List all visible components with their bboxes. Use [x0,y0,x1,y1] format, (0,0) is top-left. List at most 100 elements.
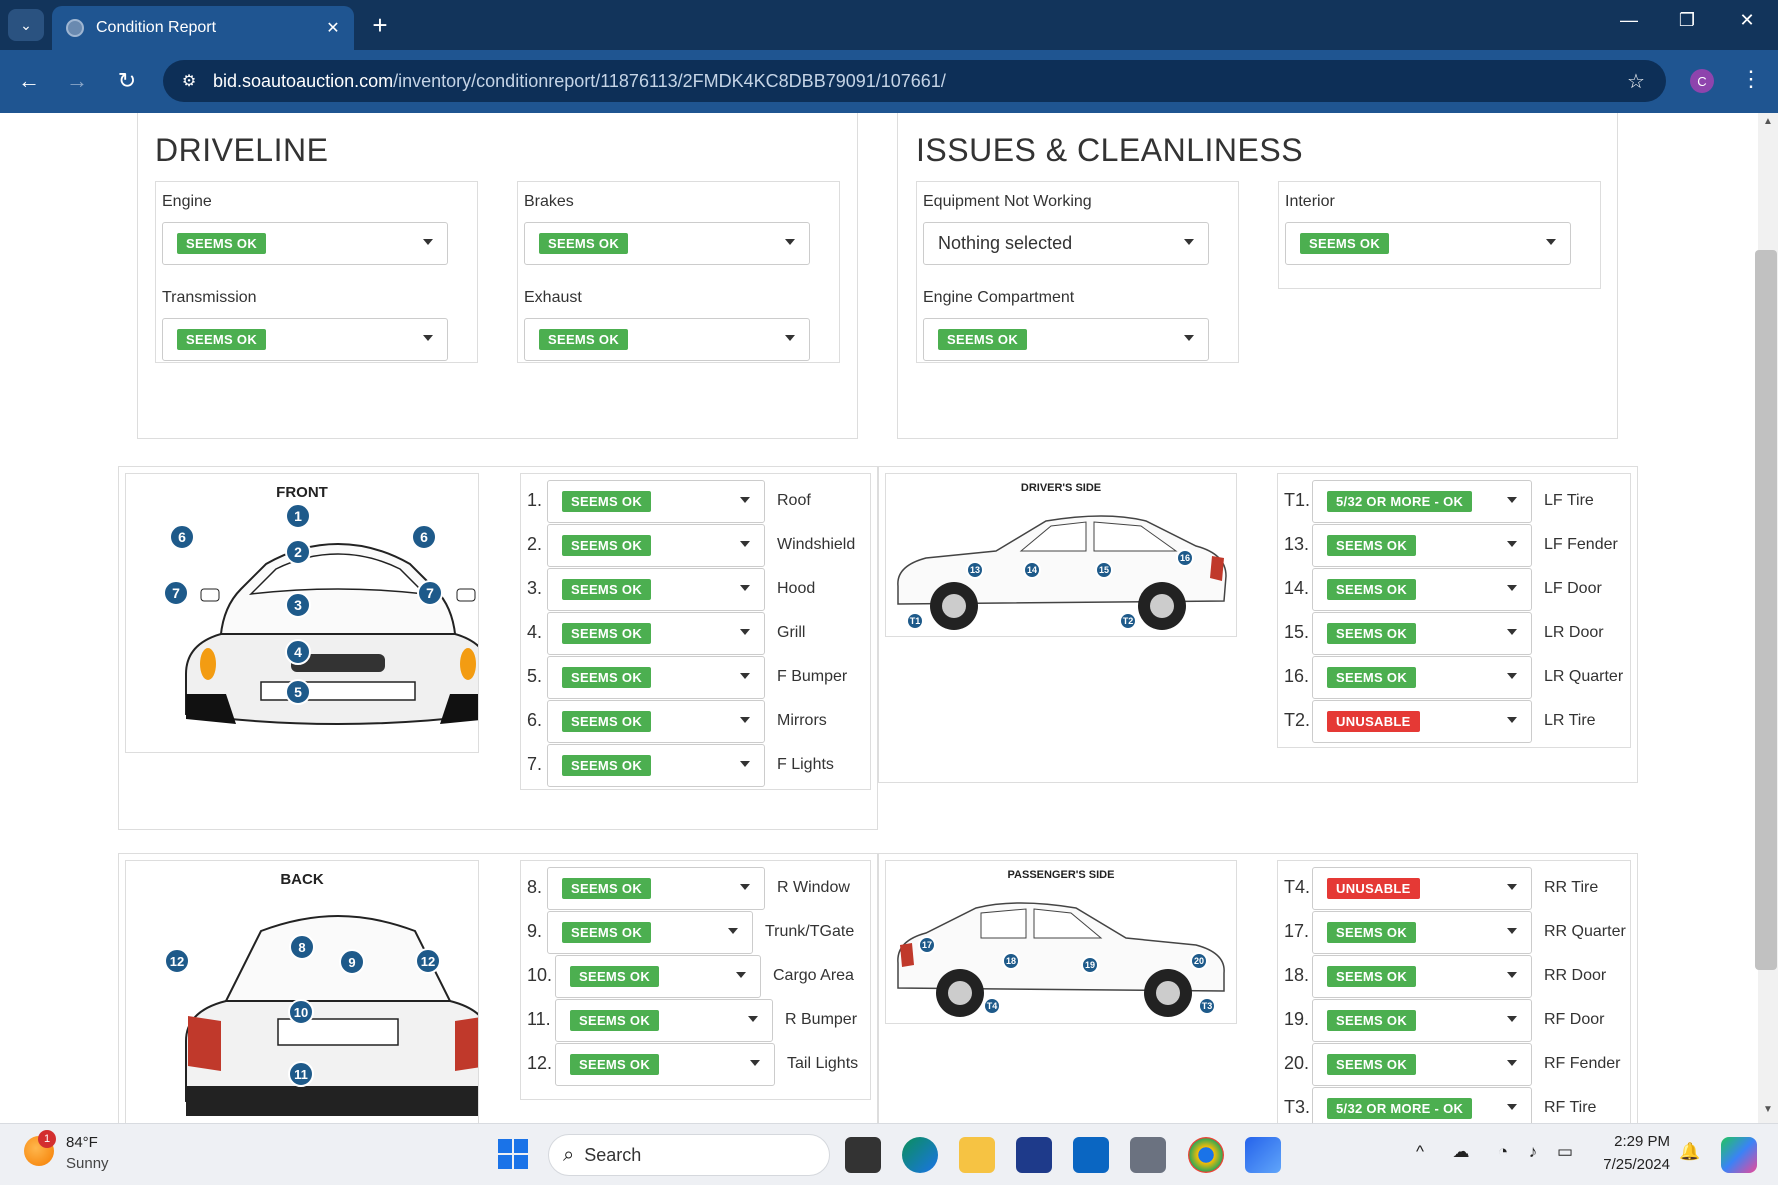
tab-search-chevron-icon[interactable]: ⌄ [8,9,44,41]
engine-compartment-select[interactable]: SEEMS OK [923,318,1209,361]
volume-icon[interactable]: ♪ [1520,1142,1546,1162]
condition-select[interactable]: SEEMS OK [1312,524,1532,567]
diagram-marker: 13 [966,561,984,579]
caret-down-icon [1507,717,1517,723]
weather-condition[interactable]: Sunny [66,1155,109,1172]
interior-select[interactable]: SEEMS OK [1285,222,1571,265]
item-number: 13. [1284,534,1310,554]
caret-down-icon [1546,239,1556,245]
notification-bell-icon[interactable]: 🔔 [1677,1142,1703,1162]
condition-select[interactable]: 5/32 OR MORE - OK [1312,480,1532,523]
condition-select[interactable]: SEEMS OK [547,612,765,655]
scroll-down-icon[interactable]: ▼ [1758,1104,1778,1115]
back-arrow-icon[interactable]: ← [14,68,44,94]
file-explorer-icon[interactable] [959,1137,995,1173]
front-section: FRONT 1 2 3 4 5 6 6 7 7 1. SEEMS OK Roof 2. SEEMS OK… [118,466,878,830]
caret-down-icon [785,239,795,245]
condition-select[interactable]: 5/32 OR MORE - OK [1312,1087,1532,1123]
item-label: RR Tire [1544,879,1599,896]
condition-select[interactable]: SEEMS OK [555,1043,775,1086]
condition-select[interactable]: SEEMS OK [555,955,761,998]
condition-select[interactable]: UNUSABLE [1312,700,1532,743]
item-number: T1. [1284,490,1311,510]
camera-icon[interactable] [1130,1137,1166,1173]
condition-select[interactable]: SEEMS OK [555,999,773,1042]
new-tab-button[interactable]: + [365,10,395,40]
condition-select[interactable]: UNUSABLE [1312,867,1532,910]
tab-close-icon[interactable]: ✕ [318,18,348,38]
item-number: 14. [1284,578,1310,598]
microsoft-store-icon[interactable] [1016,1137,1052,1173]
bookmark-star-icon[interactable]: ☆ [1616,69,1656,94]
battery-icon[interactable]: ▭ [1552,1142,1578,1162]
scroll-up-icon[interactable]: ▲ [1758,116,1778,127]
copilot-icon[interactable] [1721,1137,1757,1173]
front-diagram: FRONT 1 2 3 4 5 6 6 7 7 [125,473,479,753]
minimize-icon[interactable]: — [1614,10,1644,31]
restore-icon[interactable]: ❐ [1672,10,1702,31]
caret-down-icon [740,629,750,635]
item-number: 5. [527,666,543,686]
outlook-icon[interactable] [1073,1137,1109,1173]
equipment-select[interactable]: Nothing selected [923,222,1209,265]
page-scrollbar-thumb[interactable] [1755,250,1777,970]
caret-down-icon [1507,972,1517,978]
item-label: RF Door [1544,1011,1605,1028]
status-badge: SEEMS OK [1327,1054,1417,1075]
browser-tab-condition-report[interactable]: Condition Report ✕ [52,6,354,50]
condition-select[interactable]: SEEMS OK [1312,656,1532,699]
forward-arrow-icon[interactable]: → [62,68,92,94]
condition-select[interactable]: SEEMS OK [1312,955,1532,998]
diagram-marker: 12 [415,948,441,974]
condition-select[interactable]: SEEMS OK [547,656,765,699]
condition-select[interactable]: SEEMS OK [1312,1043,1532,1086]
condition-select[interactable]: SEEMS OK [547,480,765,523]
caret-down-icon [740,717,750,723]
photos-app-icon[interactable] [1245,1137,1281,1173]
wifi-icon[interactable]: ◔ [1490,1142,1516,1162]
windows-start-icon[interactable] [497,1138,529,1170]
task-view-icon[interactable] [845,1137,881,1173]
caret-down-icon [740,884,750,890]
item-number: T4. [1284,877,1311,897]
taskbar-search-input[interactable]: ⌕ Search [548,1134,830,1176]
back-diagram: BACK 8 9 10 11 12 12 [125,860,479,1123]
condition-select[interactable]: SEEMS OK [547,700,765,743]
site-info-icon[interactable]: ⚙ [169,71,209,91]
condition-select[interactable]: SEEMS OK [1312,568,1532,611]
condition-select[interactable]: SEEMS OK [547,911,753,954]
caret-down-icon [1507,497,1517,503]
engine-select[interactable]: SEEMS OK [162,222,448,265]
condition-select[interactable]: SEEMS OK [1312,612,1532,655]
profile-avatar[interactable]: C [1690,69,1714,93]
item-number: T3. [1284,1097,1311,1117]
condition-select[interactable]: SEEMS OK [1312,999,1532,1042]
drivers-side-diagram-title: DRIVER'S SIDE [1020,482,1102,494]
condition-select[interactable]: SEEMS OK [547,568,765,611]
condition-select[interactable]: SEEMS OK [547,867,765,910]
back-diagram-title: BACK [280,871,324,888]
caret-down-icon [1184,239,1194,245]
diagram-marker: 17 [918,936,936,954]
item-label: RR Quarter [1544,923,1626,940]
close-window-icon[interactable]: ✕ [1732,10,1762,31]
exhaust-select[interactable]: SEEMS OK [524,318,810,361]
browser-menu-icon[interactable]: ⋮ [1740,66,1762,92]
brakes-select[interactable]: SEEMS OK [524,222,810,265]
onedrive-icon[interactable]: ☁ [1448,1142,1474,1162]
tray-chevron-up-icon[interactable]: ^ [1407,1142,1433,1162]
clock-date[interactable]: 7/25/2024 [1592,1156,1670,1173]
reload-icon[interactable]: ↻ [112,68,142,94]
edge-browser-icon[interactable] [902,1137,938,1173]
item-number: 7. [527,754,543,774]
condition-select[interactable]: SEEMS OK [547,524,765,567]
status-badge: SEEMS OK [1327,922,1417,943]
condition-select[interactable]: SEEMS OK [1312,911,1532,954]
weather-temperature[interactable]: 84°F [66,1134,98,1151]
clock-time[interactable]: 2:29 PM [1612,1133,1670,1150]
chrome-icon[interactable] [1188,1137,1224,1173]
address-bar[interactable]: ⚙ bid.soautoauction.com/inventory/condit… [163,60,1666,102]
caret-down-icon [750,1060,760,1066]
transmission-select[interactable]: SEEMS OK [162,318,448,361]
condition-select[interactable]: SEEMS OK [547,744,765,787]
